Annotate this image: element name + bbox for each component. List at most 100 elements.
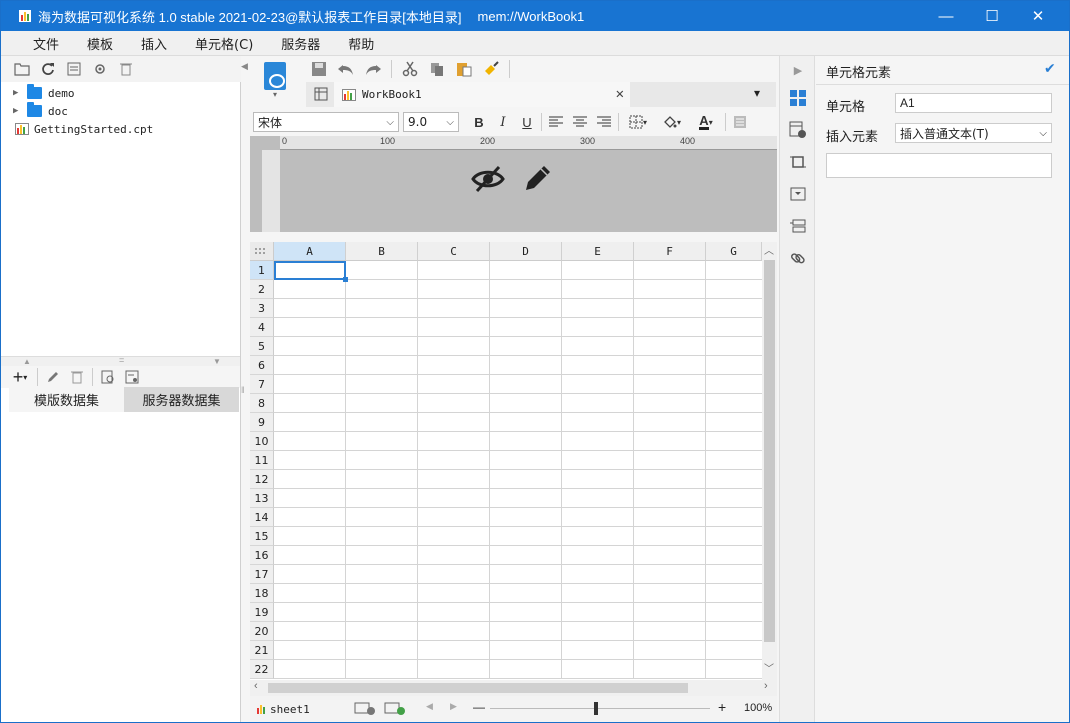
insert-element-select[interactable]: 插入普通文本(T) ⌵ xyxy=(895,123,1052,143)
dataset-settings-icon[interactable] xyxy=(123,368,141,386)
collapse-down-icon[interactable]: ▼ xyxy=(213,357,221,366)
select-all-corner[interactable] xyxy=(250,242,274,261)
row-header[interactable]: 9 xyxy=(250,413,274,432)
refresh-icon[interactable] xyxy=(39,60,57,78)
menu-server[interactable]: 服务器 xyxy=(267,34,334,53)
dropdown-arrow-icon[interactable]: ▾ xyxy=(273,90,277,99)
vertical-scrollbar[interactable]: ︿ ﹀ xyxy=(762,242,777,682)
row-header[interactable]: 7 xyxy=(250,375,274,394)
underline-button[interactable]: U xyxy=(517,112,537,132)
cell-address-input[interactable]: A1 xyxy=(895,93,1052,113)
tab-workbook1[interactable]: WorkBook1 ✕ xyxy=(334,82,630,107)
row-header[interactable]: 11 xyxy=(250,451,274,470)
header-design-area[interactable]: 0 100 200 300 400 xyxy=(250,136,777,232)
column-header-b[interactable]: B xyxy=(346,242,418,261)
condition-attribute-icon[interactable] xyxy=(788,216,808,236)
float-element-icon[interactable] xyxy=(788,152,808,172)
drag-handle-icon[interactable]: = xyxy=(119,355,124,365)
panel-splitter[interactable]: ▲ = ▼ xyxy=(1,355,240,366)
tree-item-demo[interactable]: ▶ demo xyxy=(1,84,240,102)
cell-area[interactable] xyxy=(274,261,762,679)
row-header[interactable]: 10 xyxy=(250,432,274,451)
collapse-up-icon[interactable]: ▲ xyxy=(23,357,31,366)
edit-pencil-icon[interactable] xyxy=(522,164,552,197)
row-header[interactable]: 12 xyxy=(250,470,274,489)
column-header-g[interactable]: G xyxy=(706,242,762,261)
delete-icon[interactable] xyxy=(117,60,135,78)
column-header-c[interactable]: C xyxy=(418,242,490,261)
tab-server-dataset[interactable]: 服务器数据集 xyxy=(124,387,239,412)
horizontal-scrollbar[interactable]: ‹ › xyxy=(250,680,777,696)
undo-icon[interactable] xyxy=(337,60,355,78)
menu-cell[interactable]: 单元格(C) xyxy=(181,34,267,53)
close-button[interactable]: ✕ xyxy=(1015,1,1061,31)
row-header[interactable]: 4 xyxy=(250,318,274,337)
row-header[interactable]: 14 xyxy=(250,508,274,527)
vertical-scroll-thumb[interactable] xyxy=(764,260,775,642)
scroll-up-icon[interactable]: ︿ xyxy=(764,242,774,257)
zoom-out-button[interactable]: — xyxy=(473,700,485,714)
properties-icon[interactable] xyxy=(65,60,83,78)
menu-insert[interactable]: 插入 xyxy=(127,34,181,53)
row-header[interactable]: 17 xyxy=(250,565,274,584)
widget-settings-icon[interactable] xyxy=(788,184,808,204)
row-header[interactable]: 15 xyxy=(250,527,274,546)
hyperlink-icon[interactable] xyxy=(788,248,808,268)
row-header[interactable]: 13 xyxy=(250,489,274,508)
collapse-left-icon[interactable]: ◀ xyxy=(241,61,248,72)
menu-file[interactable]: 文件 xyxy=(19,34,73,53)
add-sheet-icon[interactable] xyxy=(354,701,376,718)
row-header[interactable]: 2 xyxy=(250,280,274,299)
cell-element-icon[interactable] xyxy=(788,88,808,108)
menu-help[interactable]: 帮助 xyxy=(334,34,388,53)
tree-item-gettingstarted[interactable]: GettingStarted.cpt xyxy=(1,120,240,138)
copy-icon[interactable] xyxy=(428,60,446,78)
horizontal-scroll-thumb[interactable] xyxy=(268,683,688,693)
format-painter-icon[interactable] xyxy=(482,60,500,78)
new-report-button[interactable]: ▾ xyxy=(258,62,292,102)
more-format-icon[interactable] xyxy=(730,112,750,132)
align-left-icon[interactable] xyxy=(546,112,566,132)
row-header[interactable]: 16 xyxy=(250,546,274,565)
redo-icon[interactable] xyxy=(364,60,382,78)
row-header[interactable]: 18 xyxy=(250,584,274,603)
add-polysheet-icon[interactable] xyxy=(384,701,406,718)
minimize-button[interactable]: — xyxy=(923,1,969,31)
row-header[interactable]: 21 xyxy=(250,641,274,660)
cut-icon[interactable] xyxy=(401,60,419,78)
border-icon[interactable]: ▾ xyxy=(623,112,653,132)
column-header-e[interactable]: E xyxy=(562,242,634,261)
sheet-tab-sheet1[interactable]: sheet1 xyxy=(256,703,310,716)
row-header[interactable]: 3 xyxy=(250,299,274,318)
row-header[interactable]: 19 xyxy=(250,603,274,622)
italic-button[interactable]: I xyxy=(493,112,513,132)
expand-arrow-icon[interactable]: ▶ xyxy=(13,88,23,98)
scroll-down-icon[interactable]: ﹀ xyxy=(764,660,774,675)
zoom-slider-thumb[interactable] xyxy=(594,702,598,715)
column-header-a[interactable]: A xyxy=(274,242,346,261)
font-size-select[interactable]: 9.0 ⌵ xyxy=(403,112,459,132)
grid-view-icon[interactable] xyxy=(312,85,330,103)
align-right-icon[interactable] xyxy=(594,112,614,132)
align-center-icon[interactable] xyxy=(570,112,590,132)
zoom-in-button[interactable]: + xyxy=(718,699,726,715)
font-family-select[interactable]: 宋体 ⌵ xyxy=(253,112,399,132)
edit-icon[interactable] xyxy=(44,368,62,386)
row-header[interactable]: 1 xyxy=(250,261,274,280)
column-header-d[interactable]: D xyxy=(490,242,562,261)
row-header[interactable]: 8 xyxy=(250,394,274,413)
row-header[interactable]: 5 xyxy=(250,337,274,356)
fill-color-icon[interactable]: ▾ xyxy=(657,112,687,132)
expand-arrow-icon[interactable]: ▶ xyxy=(13,106,23,116)
preview-icon[interactable] xyxy=(99,368,117,386)
row-header[interactable]: 6 xyxy=(250,356,274,375)
bold-button[interactable]: B xyxy=(469,112,489,132)
maximize-button[interactable]: ☐ xyxy=(969,1,1015,31)
menu-template[interactable]: 模板 xyxy=(73,34,127,53)
open-folder-icon[interactable] xyxy=(13,60,31,78)
hide-eye-icon[interactable] xyxy=(471,164,505,197)
vertical-drag-handle-icon[interactable]: ‖ xyxy=(241,385,245,395)
font-color-icon[interactable]: A ▾ xyxy=(691,112,721,132)
zoom-slider-track[interactable] xyxy=(490,708,710,709)
pin-icon[interactable]: ✔ xyxy=(1044,60,1056,77)
